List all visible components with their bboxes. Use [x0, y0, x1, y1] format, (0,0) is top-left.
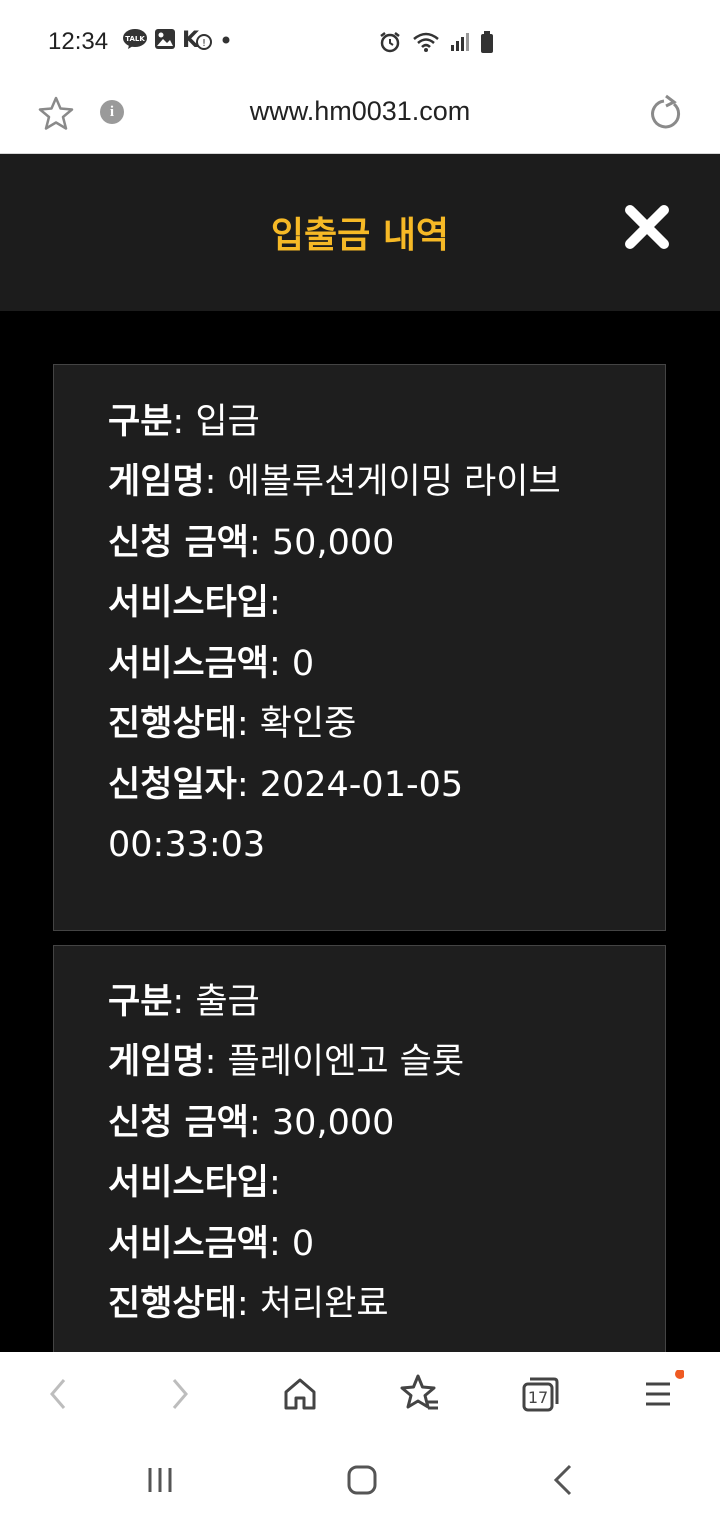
status-label: 진행상태	[108, 704, 237, 744]
game-label: 게임명	[108, 1042, 205, 1082]
page-title: 입출금 내역	[270, 215, 450, 256]
service-type-value: :	[269, 1163, 281, 1203]
tabs-icon[interactable]: 17	[516, 1370, 564, 1418]
service-amount-value: : 0	[269, 644, 315, 684]
notification-icon: K!	[182, 28, 212, 54]
bookmarks-icon[interactable]	[396, 1370, 444, 1418]
amount-row: 신청 금액: 50,000	[108, 523, 394, 563]
type-row: 구분: 출금	[108, 982, 260, 1022]
date-value: : 2024-01-05	[236, 765, 464, 805]
browser-bottom-nav: 17	[0, 1352, 720, 1436]
amount-row: 신청 금액: 30,000	[108, 1103, 394, 1143]
back-icon[interactable]	[34, 1370, 82, 1418]
transaction-card: 구분: 출금 게임명: 플레이엔고 슬롯 신청 금액: 30,000 서비스타입…	[53, 945, 666, 1352]
service-type-value: :	[269, 583, 281, 623]
service-amount-label: 서비스금액	[108, 1224, 270, 1264]
status-label: 진행상태	[108, 1284, 237, 1324]
status-value: : 확인중	[236, 704, 357, 744]
game-row: 게임명: 에볼루션게이밍 라이브	[108, 462, 561, 502]
date-row: 신청일자: 2024-01-05	[108, 765, 463, 805]
service-amount-row: 서비스금액: 0	[108, 1224, 314, 1264]
amount-value: : 30,000	[249, 1103, 395, 1143]
tab-count: 17	[528, 1388, 548, 1407]
system-home-icon[interactable]	[342, 1460, 382, 1504]
service-type-label: 서비스타입	[108, 583, 270, 623]
system-back-icon[interactable]	[544, 1460, 584, 1504]
type-row: 구분: 입금	[108, 402, 260, 442]
service-amount-value: : 0	[269, 1224, 315, 1264]
alarm-icon	[378, 30, 402, 58]
gallery-icon	[154, 28, 176, 54]
svg-text:!: !	[202, 38, 206, 49]
time-value: 00:33:03	[108, 825, 266, 865]
menu-icon[interactable]	[636, 1369, 685, 1418]
kakaotalk-icon: TALK	[122, 28, 148, 54]
home-icon[interactable]	[276, 1370, 324, 1418]
svg-text:TALK: TALK	[125, 35, 145, 43]
service-type-label: 서비스타입	[108, 1163, 270, 1203]
browser-url-bar: i www.hm0031.com	[0, 80, 720, 154]
type-value: : 출금	[172, 982, 260, 1022]
reload-icon[interactable]	[644, 94, 684, 134]
status-row: 진행상태: 처리완료	[108, 1284, 389, 1324]
type-label: 구분	[108, 982, 173, 1022]
service-amount-row: 서비스금액: 0	[108, 644, 314, 684]
date-label: 신청일자	[108, 765, 237, 805]
time-row: 00:33:03	[108, 825, 265, 865]
wifi-icon	[412, 30, 440, 58]
type-label: 구분	[108, 402, 173, 442]
status-bar: 12:34 TALK K!	[0, 0, 720, 80]
status-time: 12:34	[48, 28, 109, 55]
game-value: : 에볼루션게이밍 라이브	[204, 462, 561, 502]
close-icon[interactable]	[622, 202, 672, 252]
page-header: 입출금 내역	[0, 154, 720, 311]
amount-value: : 50,000	[249, 523, 395, 563]
recent-apps-icon[interactable]	[140, 1460, 180, 1504]
service-amount-label: 서비스금액	[108, 644, 270, 684]
transaction-card: 구분: 입금 게임명: 에볼루션게이밍 라이브 신청 금액: 50,000 서비…	[53, 364, 666, 931]
system-nav-bar	[0, 1436, 720, 1520]
url-text[interactable]: www.hm0031.com	[0, 96, 720, 127]
service-type-row: 서비스타입:	[108, 583, 281, 623]
status-value: : 처리완료	[236, 1284, 389, 1324]
service-type-row: 서비스타입:	[108, 1163, 281, 1203]
dot-icon	[218, 28, 234, 54]
system-icons	[378, 30, 494, 58]
notification-icons: TALK K!	[122, 28, 234, 54]
signal-icon	[450, 31, 470, 57]
forward-icon[interactable]	[156, 1370, 204, 1418]
amount-label: 신청 금액	[108, 523, 249, 563]
type-value: : 입금	[172, 402, 260, 442]
game-label: 게임명	[108, 462, 205, 502]
transaction-list[interactable]: 구분: 입금 게임명: 에볼루션게이밍 라이브 신청 금액: 50,000 서비…	[0, 311, 720, 1352]
status-row: 진행상태: 확인중	[108, 704, 356, 744]
amount-label: 신청 금액	[108, 1103, 249, 1143]
game-value: : 플레이엔고 슬롯	[204, 1042, 465, 1082]
game-row: 게임명: 플레이엔고 슬롯	[108, 1042, 464, 1082]
battery-icon	[480, 30, 494, 58]
